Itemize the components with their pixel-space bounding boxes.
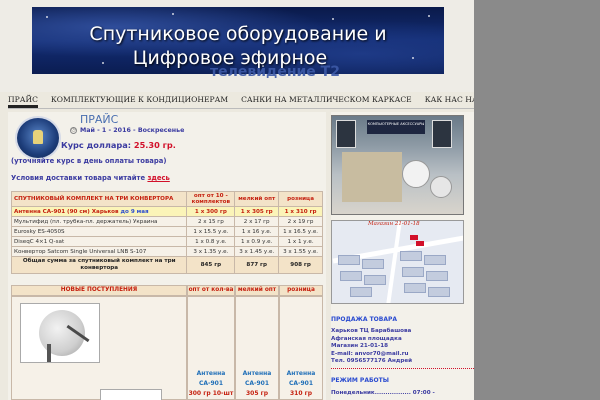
table-cell[interactable]: Конвертор Satcom Single Universal LNB S-… [10,246,188,257]
address-line: Магазин 21-01-18 [331,343,389,349]
table-cell: 2 х 19 гр [278,216,323,227]
table-cell: 3 х 1.35 у.е. [186,246,236,257]
column-header: мелкий опт [235,285,279,296]
price-table: СПУТНИКОВЫЙ КОМПЛЕКТ НА ТРИ КОНВЕРТОРА о… [10,191,323,274]
product-price: 310 гр [289,390,313,397]
header-strip: Спутниковое оборудование и Цифровое эфир… [0,0,474,92]
new-arrivals-header: НОВЫЕ ПОСТУПЛЕНИЯ опт от кол-ва мелкий о… [11,285,323,296]
sidebar: КОМПЬЮТЕРНЫЕ АКСЕССУАРЫ Магазин 21-01-18… [331,112,474,400]
product-retail-cell: Антенна CA-901 310 гр [279,296,323,400]
delivery-text: Условия доставки товара читайте [11,174,146,182]
column-header: НОВЫЕ ПОСТУПЛЕНИЯ [11,285,187,296]
delivery-link[interactable]: здесь [147,174,169,182]
main-nav: ПРАЙС КОМПЛЕКТУЮЩИЕ К КОНДИЦИОНЕРАМ САНК… [8,94,474,108]
total-label: Общая сумма за спутниковый комплект на т… [10,256,188,274]
table-cell: 2 х 17 гр [234,216,280,227]
product-image[interactable] [20,303,100,363]
product-name[interactable]: Антенна CA-901 (90 см) Харьков [14,209,119,215]
banner-title-line3: телевидение Т2 [210,64,340,80]
table-row: Мультифид (пл. трубка-пл. держатель) Укр… [10,216,323,227]
hours-line: Понедельник................. 07:00 - [331,390,435,396]
total-row: Общая сумма за спутниковый комплект на т… [10,256,323,274]
post-date-text: Май - 1 - 2016 - Воскресенье [80,127,185,134]
column-header: розница [279,285,323,296]
satellite-dish-icon [402,160,430,188]
table-cell: 1 х 15.5 у.е. [186,226,236,237]
nav-item-ac-parts[interactable]: КОМПЛЕКТУЮЩИЕ К КОНДИЦИОНЕРАМ [51,94,228,108]
store-sign: КОМПЬЮТЕРНЫЕ АКСЕССУАРЫ [367,120,425,134]
location-map[interactable]: Магазин 21-01-18 [331,220,464,304]
column-header: опт от кол-ва [187,285,235,296]
product-opt-cell: Антенна CA-901 300 гр 10-шт [187,296,235,400]
product-model: CA-901 [198,380,224,387]
nav-item-find-us[interactable]: КАК НАС НАЙТИ [425,94,474,108]
product-model: CA-901 [288,380,314,387]
table-row: Конвертор Satcom Single Universal LNB S-… [10,246,323,257]
new-arrivals-grid: Антенна CA-901 300 гр 10-шт Антенна CA-9… [11,296,323,400]
table-cell: 3 х 1.45 у.е. [234,246,280,257]
table-cell: 1 х 305 гр [234,206,280,217]
total-cell: 908 гр [278,256,323,274]
product-model: CA-901 [244,380,270,387]
product-name: Антенна [242,370,272,377]
product-name: Антенна [286,370,316,377]
clock-icon: ◷ [70,127,77,134]
table-cell: 1 х 0.9 у.е. [234,236,280,247]
logo-avatar [15,116,61,160]
banner-title-line1: Спутниковое оборудование и [89,23,387,45]
product-image[interactable] [100,389,162,400]
price-table-header: СПУТНИКОВЫЙ КОМПЛЕКТ НА ТРИ КОНВЕРТОРА о… [10,191,323,207]
product-price: 305 гр [245,390,269,397]
product-small-cell: Антенна CA-901 305 гр [235,296,279,400]
table-cell: 1 х 16 у.е. [234,226,280,237]
table-cell[interactable]: Антенна CA-901 (90 см) Харьков до 9 мая [10,206,188,217]
main-content: ПРАЙС ◷ Май - 1 - 2016 - Воскресенье Кур… [8,112,326,400]
table-cell: 1 х 0.8 у.е. [186,236,236,247]
email-link[interactable]: E-mail: anvor70@mail.ru [331,351,408,359]
usd-rate-label: Курс доллара: [61,140,132,150]
store-photo[interactable]: КОМПЬЮТЕРНЫЕ АКСЕССУАРЫ [331,115,464,215]
address-line: Харьков ТЦ Барабашова [331,328,412,334]
phone-line: Тел. 0956577176 Андрей [331,358,413,364]
table-row: DiseqC 4×1 Q-sat 1 х 0.8 у.е. 1 х 0.9 у.… [10,236,323,247]
table-cell: 1 х 310 гр [278,206,323,217]
nav-item-sleds[interactable]: САНКИ НА МЕТАЛЛИЧЕСКОМ КАРКАСЕ [241,94,412,108]
usd-rate: Курс доллара: 25.30 гр. [61,140,176,150]
column-header: СПУТНИКОВЫЙ КОМПЛЕКТ НА ТРИ КОНВЕРТОРА [10,191,188,207]
post-date: ◷ Май - 1 - 2016 - Воскресенье [70,127,184,134]
table-row: Антенна CA-901 (90 см) Харьков до 9 мая … [10,206,323,217]
map-marker-icon [410,235,418,240]
table-cell: 3 х 1.55 у.е. [278,246,323,257]
product-image-cell [11,296,187,400]
satellite-dish-icon [430,176,452,198]
address-line: Афганская площадка [331,335,402,342]
table-cell: 1 х 300 гр [186,206,236,217]
product-price: 300 гр 10-шт [188,390,234,397]
usd-rate-value: 25.30 гр. [133,140,176,150]
page: Спутниковое оборудование и Цифровое эфир… [0,0,474,400]
sale-title: ПРОДАЖА ТОВАРА [331,316,398,323]
total-cell: 845 гр [186,256,236,274]
table-cell: 1 х 1 у.е. [278,236,323,247]
total-cell: 877 гр [234,256,280,274]
nav-item-price[interactable]: ПРАЙС [8,94,38,108]
product-name: Антенна [196,370,226,377]
table-cell[interactable]: Eurosky ES-4050S [10,226,188,237]
nav-divider [8,108,474,109]
table-cell: 2 х 15 гр [186,216,236,227]
column-header: опт от 10 - комплектов [186,191,236,207]
table-row: Eurosky ES-4050S 1 х 15.5 у.е. 1 х 16 у.… [10,226,323,237]
table-cell: 1 х 16.5 у.е. [278,226,323,237]
column-header: розница [278,191,323,207]
product-promo: до 9 мая [120,208,149,215]
delivery-info: Условия доставки товара читайте здесь [11,174,170,182]
table-cell[interactable]: DiseqC 4×1 Q-sat [10,236,188,247]
map-label: Магазин 21-01-18 [368,221,420,227]
divider [331,368,474,369]
rate-note: (уточняйте курс в день оплаты товара) [11,157,167,165]
page-title: ПРАЙС [80,113,119,126]
hours-title: РЕЖИМ РАБОТЫ [331,377,389,384]
table-cell[interactable]: Мультифид (пл. трубка-пл. держатель) Укр… [10,216,188,227]
column-header: мелкий опт [234,191,280,207]
